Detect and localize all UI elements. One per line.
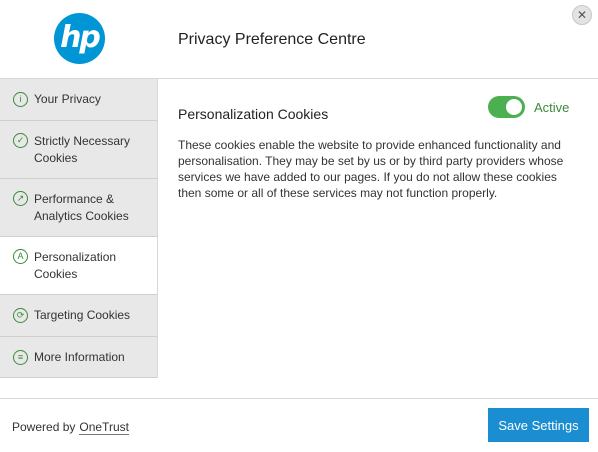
footer: Powered by OneTrust Save Settings [0,398,598,452]
sidebar-item-label: Your Privacy [34,92,101,106]
sidebar-item-performance[interactable]: ↗ Performance & Analytics Cookies [0,179,157,237]
section-description: These cookies enable the website to prov… [178,138,564,200]
sidebar-item-targeting[interactable]: ⟳ Targeting Cookies [0,295,157,337]
onetrust-link[interactable]: OneTrust [79,420,129,435]
sidebar-item-label: More Information [34,350,125,364]
toggle-status-label: Active [534,100,570,115]
toggle-knob [506,99,522,115]
close-icon[interactable]: ✕ [572,5,592,25]
info-icon: i [13,92,28,107]
chart-icon: ↗ [13,191,28,206]
section-title: Personalization Cookies [178,106,329,122]
refresh-icon: ⟳ [13,308,28,323]
sidebar-item-label: Personalization Cookies [34,250,117,281]
sidebar-item-label: Strictly Necessary Cookies [34,134,131,165]
sidebar-item-personalization[interactable]: A Personalization Cookies [0,237,158,295]
page-title: Privacy Preference Centre [178,31,366,48]
document-icon: ≡ [13,350,28,365]
save-settings-button[interactable]: Save Settings [488,408,589,442]
hp-logo-text: hp [60,20,101,55]
check-icon: ✓ [13,133,28,148]
sidebar-item-label: Performance & Analytics Cookies [34,192,129,223]
powered-by-label: Powered by [12,420,76,434]
personalize-icon: A [13,249,28,264]
sidebar-item-your-privacy[interactable]: i Your Privacy [0,79,157,121]
sidebar-item-strictly-necessary[interactable]: ✓ Strictly Necessary Cookies [0,121,157,179]
sidebar-item-more-information[interactable]: ≡ More Information [0,337,157,378]
hp-logo: hp [54,13,105,64]
header: hp Privacy Preference Centre ✕ [0,0,598,79]
consent-toggle[interactable] [488,96,525,118]
sidebar-divider [157,79,158,378]
sidebar: i Your Privacy ✓ Strictly Necessary Cook… [0,79,158,378]
sidebar-item-label: Targeting Cookies [34,308,131,322]
powered-by: Powered by OneTrust [12,420,129,435]
